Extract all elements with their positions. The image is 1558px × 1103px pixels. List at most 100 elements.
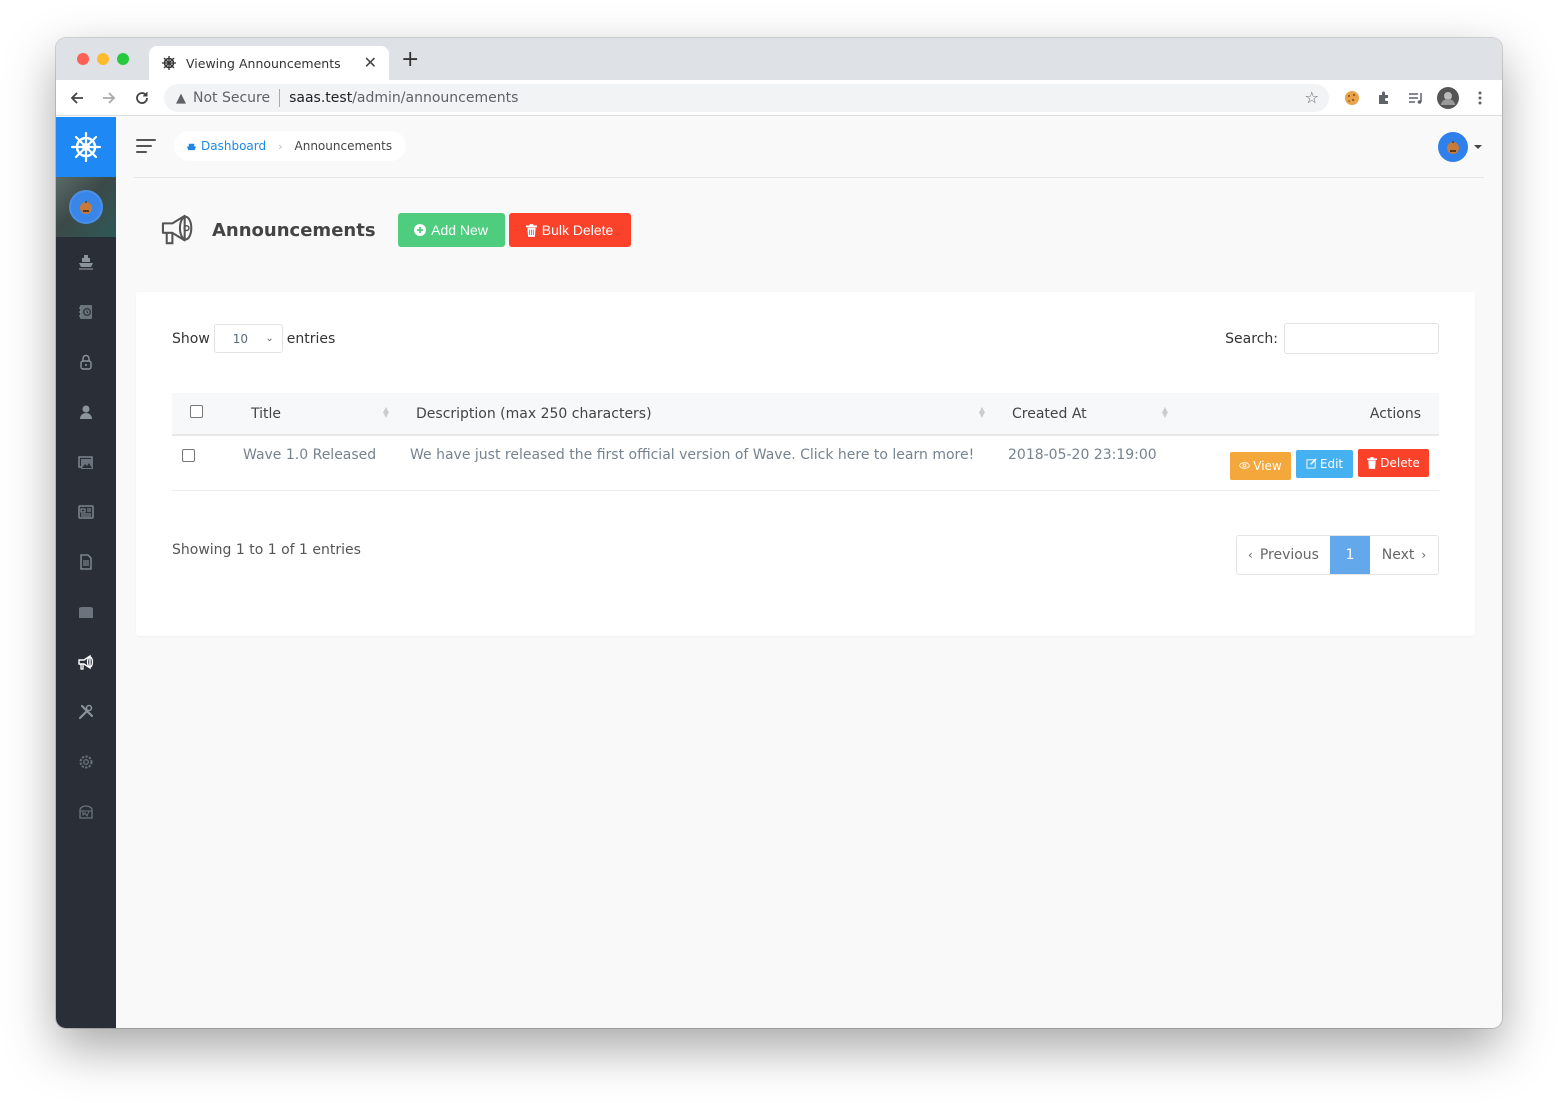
edit-button[interactable]: Edit xyxy=(1296,449,1353,478)
address-bar[interactable]: ▲ Not Secure saas.test/admin/announcemen… xyxy=(164,84,1329,112)
browser-toolbar: ▲ Not Secure saas.test/admin/announcemen… xyxy=(56,80,1502,116)
sort-icon: ▲ ▼ xyxy=(382,405,389,419)
media-queue-icon[interactable] xyxy=(1405,87,1427,109)
add-new-button[interactable]: Add New xyxy=(397,213,505,247)
address-book-icon xyxy=(79,305,92,319)
sidebar-item-media[interactable] xyxy=(56,437,116,487)
description-cell: We have just released the first official… xyxy=(395,435,991,491)
back-button[interactable] xyxy=(66,87,88,109)
person-icon xyxy=(80,405,92,419)
breadcrumb: Dashboard › Announcements xyxy=(174,131,407,161)
sidebar-item-announcements[interactable] xyxy=(56,637,116,687)
ship-wheel-icon xyxy=(70,131,102,163)
cookie-extension-icon[interactable] xyxy=(1341,87,1363,109)
maximize-window-button[interactable] xyxy=(117,53,129,65)
bucket-icon xyxy=(79,805,93,819)
breadcrumb-dashboard-link[interactable]: Dashboard xyxy=(186,139,266,153)
extensions-puzzle-icon[interactable] xyxy=(1373,87,1395,109)
hamburger-menu-icon[interactable] xyxy=(136,139,156,155)
sidebar-item-dashboard[interactable] xyxy=(56,237,116,287)
boat-icon xyxy=(79,255,93,270)
arrow-right-icon xyxy=(103,92,116,104)
row-checkbox[interactable] xyxy=(182,449,195,462)
pagination: ‹ Previous 1 Next › xyxy=(1236,535,1439,575)
sidebar-item-users[interactable] xyxy=(56,387,116,437)
top-navbar: Dashboard › Announcements xyxy=(134,117,1484,178)
eye-icon xyxy=(1239,462,1250,469)
main-content: Dashboard › Announcements Announcements … xyxy=(116,117,1502,1028)
breadcrumb-home-label: Dashboard xyxy=(201,139,267,153)
sidebar-item-security[interactable] xyxy=(56,337,116,387)
sidebar-item-pages[interactable] xyxy=(56,537,116,587)
close-tab-icon[interactable]: ✕ xyxy=(364,55,377,71)
gear-icon xyxy=(79,755,93,769)
chevron-left-icon: ‹ xyxy=(1248,548,1253,562)
entries-label: entries xyxy=(286,330,336,347)
bulk-delete-button[interactable]: Bulk Delete xyxy=(508,213,631,247)
trash-icon xyxy=(1367,457,1378,469)
page-length-select[interactable]: 10 ⌄ xyxy=(213,324,283,353)
new-tab-button[interactable]: + xyxy=(401,49,419,71)
column-header-actions: Actions xyxy=(1174,393,1439,435)
sidebar-profile[interactable] xyxy=(56,177,116,237)
forward-button[interactable] xyxy=(98,87,120,109)
page-title: Announcements xyxy=(212,219,376,241)
column-description-label: Description (max 250 characters) xyxy=(416,405,652,422)
previous-page-button[interactable]: ‹ Previous xyxy=(1237,536,1330,574)
bulk-delete-label: Bulk Delete xyxy=(541,222,614,238)
megaphone-icon xyxy=(161,214,193,245)
column-header-created-at[interactable]: Created At ▲ ▼ xyxy=(991,393,1174,435)
edit-icon xyxy=(1306,458,1317,469)
next-label: Next xyxy=(1381,547,1415,563)
column-actions-label: Actions xyxy=(1369,405,1421,422)
view-button[interactable]: View xyxy=(1230,451,1291,480)
document-icon xyxy=(80,554,92,570)
column-header-title[interactable]: Title ▲ ▼ xyxy=(230,393,395,435)
delete-button[interactable]: Delete xyxy=(1358,449,1429,477)
plus-circle-icon xyxy=(414,224,427,236)
row-select-cell xyxy=(172,435,230,491)
sidebar-item-categories[interactable] xyxy=(56,587,116,637)
sidebar-item-address-book[interactable] xyxy=(56,287,116,337)
tools-icon xyxy=(78,704,94,720)
table-row: Wave 1.0 Released We have just released … xyxy=(172,435,1439,491)
close-window-button[interactable] xyxy=(77,53,89,65)
sidebar-item-hooks[interactable] xyxy=(56,787,116,837)
browser-window: Viewing Announcements ✕ + ▲ Not Secure s… xyxy=(56,38,1502,1028)
column-title-label: Title xyxy=(251,405,282,422)
user-menu[interactable] xyxy=(1438,132,1482,162)
sidebar-item-posts[interactable] xyxy=(56,487,116,537)
column-header-description[interactable]: Description (max 250 characters) ▲ ▼ xyxy=(395,393,991,435)
avatar xyxy=(1438,132,1468,162)
minimize-window-button[interactable] xyxy=(97,53,109,65)
select-all-cell xyxy=(172,393,230,435)
sidebar-item-tools[interactable] xyxy=(56,687,116,737)
divider xyxy=(279,89,281,107)
bookmark-star-icon[interactable]: ☆ xyxy=(1305,88,1319,107)
tab-strip: Viewing Announcements ✕ + xyxy=(56,38,1502,80)
browser-tab[interactable]: Viewing Announcements ✕ xyxy=(149,46,389,80)
app-logo[interactable] xyxy=(56,117,116,177)
avatar xyxy=(69,190,103,224)
search-control: Search: xyxy=(1225,323,1439,354)
next-page-button[interactable]: Next › xyxy=(1370,536,1438,574)
title-cell: Wave 1.0 Released xyxy=(230,435,395,491)
edit-label: Edit xyxy=(1319,456,1344,471)
select-all-checkbox[interactable] xyxy=(190,405,203,418)
browser-profile-avatar[interactable] xyxy=(1437,87,1459,109)
sidebar-item-settings[interactable] xyxy=(56,737,116,787)
url-path: /admin/announcements xyxy=(352,90,519,106)
view-label: View xyxy=(1253,458,1282,473)
delete-label: Delete xyxy=(1380,456,1420,470)
boat-icon xyxy=(186,143,197,150)
actions-cell: View Edit Delete xyxy=(1174,435,1439,491)
reload-button[interactable] xyxy=(131,87,153,109)
page-1-button[interactable]: 1 xyxy=(1330,536,1370,574)
url-host: saas.test xyxy=(289,90,353,106)
images-icon xyxy=(78,456,93,469)
chevron-right-icon: › xyxy=(1421,548,1427,562)
browser-menu-icon[interactable] xyxy=(1469,87,1491,109)
search-input[interactable] xyxy=(1284,323,1439,354)
search-label: Search: xyxy=(1225,330,1278,347)
page-header: Announcements Add New Bulk Delete xyxy=(160,213,631,247)
